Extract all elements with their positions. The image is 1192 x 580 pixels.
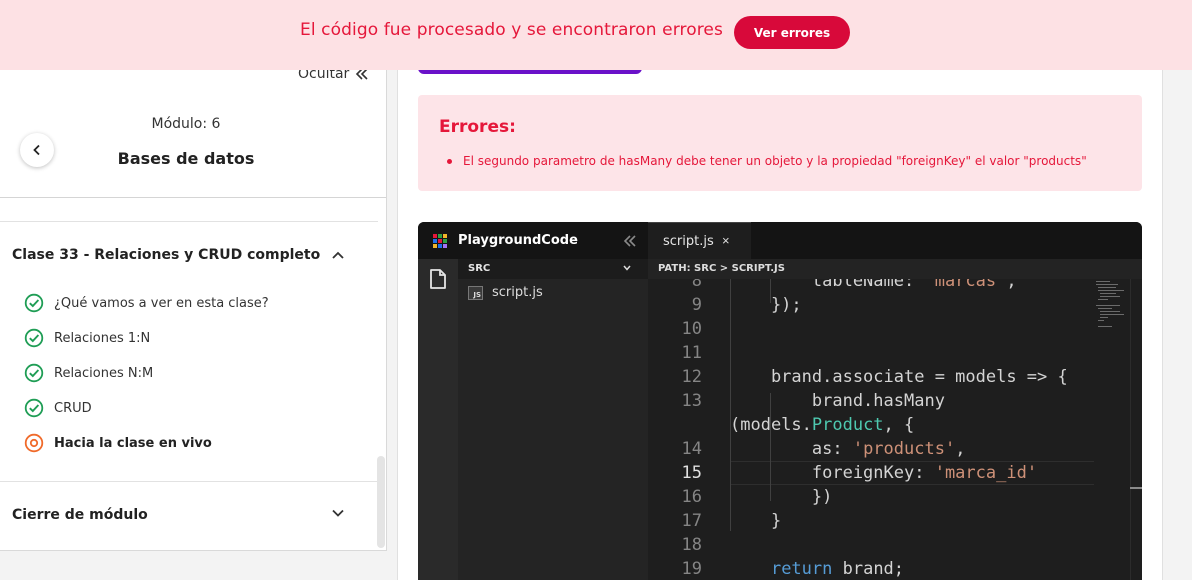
code-editor[interactable]: PATH: SRC > SCRIPT.JS 8 9 10 11 12 13 14… [648, 259, 1142, 580]
module-number-value: 6 [211, 116, 221, 132]
sidebar-scrollbar[interactable] [377, 456, 385, 548]
line-number: 8 [691, 279, 702, 291]
divider [0, 481, 378, 482]
folder-label: SRC [468, 263, 491, 274]
lesson-label: ¿Qué vamos a ver en esta clase? [54, 295, 269, 311]
banner-message: El código fue procesado y se encontraron… [300, 20, 723, 40]
divider [0, 221, 378, 222]
line-number: 19 [681, 559, 702, 579]
lesson-item[interactable]: ¿Qué vamos a ver en esta clase? [24, 293, 269, 313]
line-number: 12 [681, 367, 702, 387]
divider [0, 197, 386, 198]
file-item-script-js[interactable]: JS script.js [468, 285, 543, 300]
check-circle-icon [24, 363, 44, 383]
error-banner: El código fue procesado y se encontraron… [0, 0, 1192, 70]
minimap[interactable] [1094, 279, 1130, 339]
path-bar: PATH: SRC > SCRIPT.JS [648, 259, 1142, 279]
playground-header: PlaygroundCode script.js × [418, 222, 1142, 259]
class-section-title[interactable]: Clase 33 - Relaciones y CRUD completo [12, 247, 320, 263]
lesson-item[interactable]: Relaciones 1:N [24, 328, 150, 348]
folder-src[interactable]: SRC [458, 259, 648, 279]
line-number: 17 [681, 511, 702, 531]
errors-title: Errores: [439, 117, 516, 137]
code-area[interactable]: 8 9 10 11 12 13 14 15 16 17 18 19 tableN… [648, 279, 1142, 580]
view-errors-button[interactable]: Ver errores [734, 16, 850, 49]
course-sidebar: Ocultar Módulo: 6 Bases de datos Clase 3… [0, 0, 387, 551]
line-number: 14 [681, 439, 702, 459]
line-number: 11 [681, 343, 702, 363]
tab-script-js[interactable]: script.js × [648, 222, 751, 259]
file-explorer: SRC JS script.js [458, 259, 648, 580]
chevron-down-icon[interactable] [330, 505, 346, 521]
playground-logo-icon [433, 234, 447, 248]
module-title: Bases de datos [117, 149, 255, 168]
editor-scrollbar[interactable] [1130, 279, 1142, 580]
line-number: 9 [691, 295, 702, 315]
lesson-label: Hacia la clase en vivo [54, 435, 212, 451]
error-item: El segundo parametro de hasMany debe ten… [447, 154, 1087, 168]
line-number: 13 [681, 391, 702, 411]
target-circle-icon [24, 433, 44, 453]
playground-window: PlaygroundCode script.js × SRC JS script… [418, 222, 1142, 580]
tab-label: script.js [663, 234, 714, 249]
check-circle-icon [24, 328, 44, 348]
close-tab-icon[interactable]: × [722, 233, 730, 248]
code-line: (models.Product, { [730, 415, 915, 435]
lesson-label: Relaciones N:M [54, 365, 154, 381]
path-label: PATH: SRC > SCRIPT.JS [658, 263, 785, 274]
lesson-label: CRUD [54, 400, 92, 416]
line-number: 18 [681, 535, 702, 555]
lesson-label: Relaciones 1:N [54, 330, 151, 346]
js-file-icon: JS [468, 285, 483, 300]
module-number: Módulo: 6 [0, 116, 372, 132]
line-number: 10 [681, 319, 702, 339]
code-line: as: 'products', [730, 439, 966, 459]
code-line: brand.hasMany [730, 391, 945, 411]
close-section-title[interactable]: Cierre de módulo [12, 507, 148, 523]
file-name: script.js [492, 285, 543, 300]
code-line: tableName: 'marcas', [730, 279, 1017, 291]
code-line: brand.associate = models => { [730, 367, 1068, 387]
line-number: 16 [681, 487, 702, 507]
lesson-item[interactable]: CRUD [24, 398, 92, 418]
errors-panel: Errores: El segundo parametro de hasMany… [418, 95, 1142, 191]
files-icon[interactable] [428, 268, 448, 290]
code-line: foreignKey: 'marca_id' [730, 463, 1038, 483]
line-number-current: 15 [681, 463, 702, 483]
collapse-panel-icon[interactable] [623, 234, 637, 248]
check-circle-icon [24, 398, 44, 418]
activity-bar [418, 259, 458, 580]
code-line: return brand; [770, 559, 905, 579]
lesson-item-current[interactable]: Hacia la clase en vivo [24, 433, 212, 453]
code-line: }) [730, 487, 833, 507]
playground-title: PlaygroundCode [458, 233, 578, 248]
lesson-item[interactable]: Relaciones N:M [24, 363, 153, 383]
module-label: Módulo: [151, 116, 208, 132]
check-circle-icon [24, 293, 44, 313]
chevron-down-icon [623, 265, 631, 271]
chevron-up-icon[interactable] [330, 247, 346, 263]
code-line: }); [730, 295, 802, 315]
code-line: } [730, 511, 782, 531]
scrollbar-marker [1130, 487, 1142, 489]
